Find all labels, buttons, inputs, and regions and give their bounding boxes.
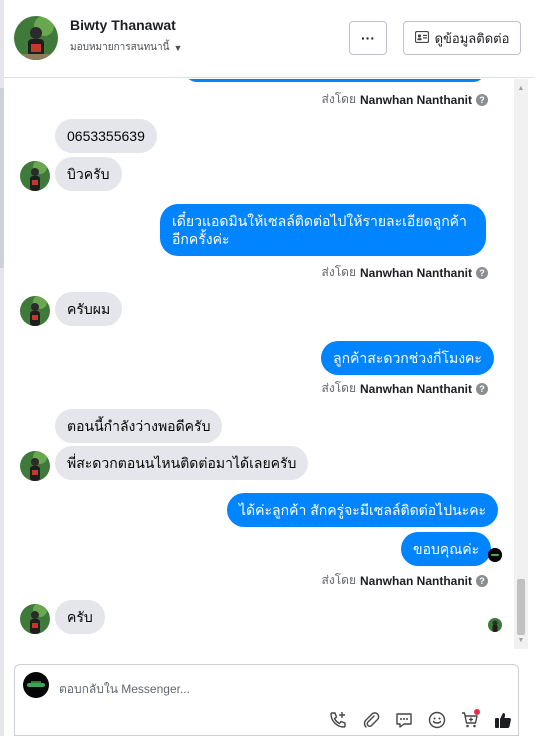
customer-avatar-small: [20, 161, 50, 191]
more-options-button[interactable]: ···: [349, 21, 387, 55]
add-call-icon[interactable]: [327, 709, 349, 731]
chevron-down-icon: ▼: [173, 42, 183, 53]
customer-seen-indicator: [488, 618, 502, 632]
message-bubble-incoming[interactable]: 0653355639: [55, 119, 157, 153]
contact-card-icon: [414, 30, 429, 46]
message-bubble-outgoing-cutoff: [185, 79, 485, 82]
thread-scrollbar[interactable]: ▲ ▼: [514, 79, 528, 649]
page-seen-indicator: [488, 548, 502, 562]
message-composer: ตอบกลับใน Messenger...: [14, 664, 519, 736]
sent-by-label: ส่งโดย Nanwhan Nanthanit ?: [322, 263, 488, 282]
scroll-up-arrow-icon[interactable]: ▲: [514, 81, 528, 95]
scroll-down-arrow-icon[interactable]: ▼: [514, 633, 528, 647]
message-bubble-incoming[interactable]: บิวครับ: [55, 157, 122, 191]
reply-input[interactable]: ตอบกลับใน Messenger...: [59, 680, 190, 699]
view-contact-info-label: ดูข้อมูลติดต่อ: [434, 30, 510, 46]
customer-avatar-small: [20, 451, 50, 481]
message-bubble-incoming[interactable]: ครับผม: [55, 292, 123, 326]
emoji-icon[interactable]: [426, 709, 448, 731]
message-bubble-incoming[interactable]: ตอนนี้กำลังว่างพอดีครับ: [55, 409, 223, 443]
view-contact-info-button[interactable]: ดูข้อมูลติดต่อ: [403, 21, 521, 55]
attach-icon[interactable]: [360, 709, 382, 731]
message-bubble-incoming[interactable]: ครับ: [55, 600, 105, 634]
sent-by-label: ส่งโดย Nanwhan Nanthanit ?: [322, 379, 488, 398]
sent-by-label: ส่งโดย Nanwhan Nanthanit ?: [322, 90, 488, 109]
scrollbar-thumb[interactable]: [517, 579, 525, 635]
customer-name[interactable]: Biwty Thanawat: [70, 17, 176, 33]
message-bubble-outgoing[interactable]: ลูกค้าสะดวกช่วงกี่โมงคะ: [321, 341, 494, 375]
customer-avatar-small: [20, 296, 50, 326]
saved-reply-icon[interactable]: [393, 709, 415, 731]
info-icon: ?: [476, 93, 488, 106]
customer-avatar[interactable]: [14, 16, 58, 60]
info-icon: ?: [476, 574, 488, 587]
like-icon[interactable]: [492, 709, 514, 731]
info-icon: ?: [476, 266, 488, 279]
assign-conversation-dropdown[interactable]: มอบหมายการสนทนานี้ ▼: [70, 40, 182, 55]
message-bubble-outgoing[interactable]: ได้ค่ะลูกค้า สักครู่จะมีเซลล์ติดต่อไปนะค…: [227, 493, 499, 527]
sent-by-label: ส่งโดย Nanwhan Nanthanit ?: [322, 571, 488, 590]
cart-icon[interactable]: [459, 709, 481, 731]
message-thread[interactable]: ส่งโดย Nanwhan Nanthanit ? 0653355639 บิ…: [4, 79, 514, 649]
notification-dot: [474, 709, 480, 715]
message-bubble-outgoing[interactable]: ขอบคุณค่ะ: [401, 532, 492, 566]
customer-avatar-small: [20, 604, 50, 634]
page-logo-avatar: [23, 672, 49, 698]
conversation-header: Biwty Thanawat มอบหมายการสนทนานี้ ▼ ··· …: [4, 0, 534, 78]
more-icon: ···: [361, 30, 375, 46]
message-bubble-outgoing[interactable]: เดี๋ยวแอดมินให้เซลล์ติดต่อไปให้รายละเอีย…: [160, 204, 486, 256]
composer-toolbar: [327, 709, 514, 731]
message-bubble-incoming[interactable]: พี่สะดวกตอนนไหนติดต่อมาได้เลยครับ: [55, 446, 309, 480]
assign-label: มอบหมายการสนทนานี้: [70, 42, 170, 53]
info-icon: ?: [476, 382, 488, 395]
